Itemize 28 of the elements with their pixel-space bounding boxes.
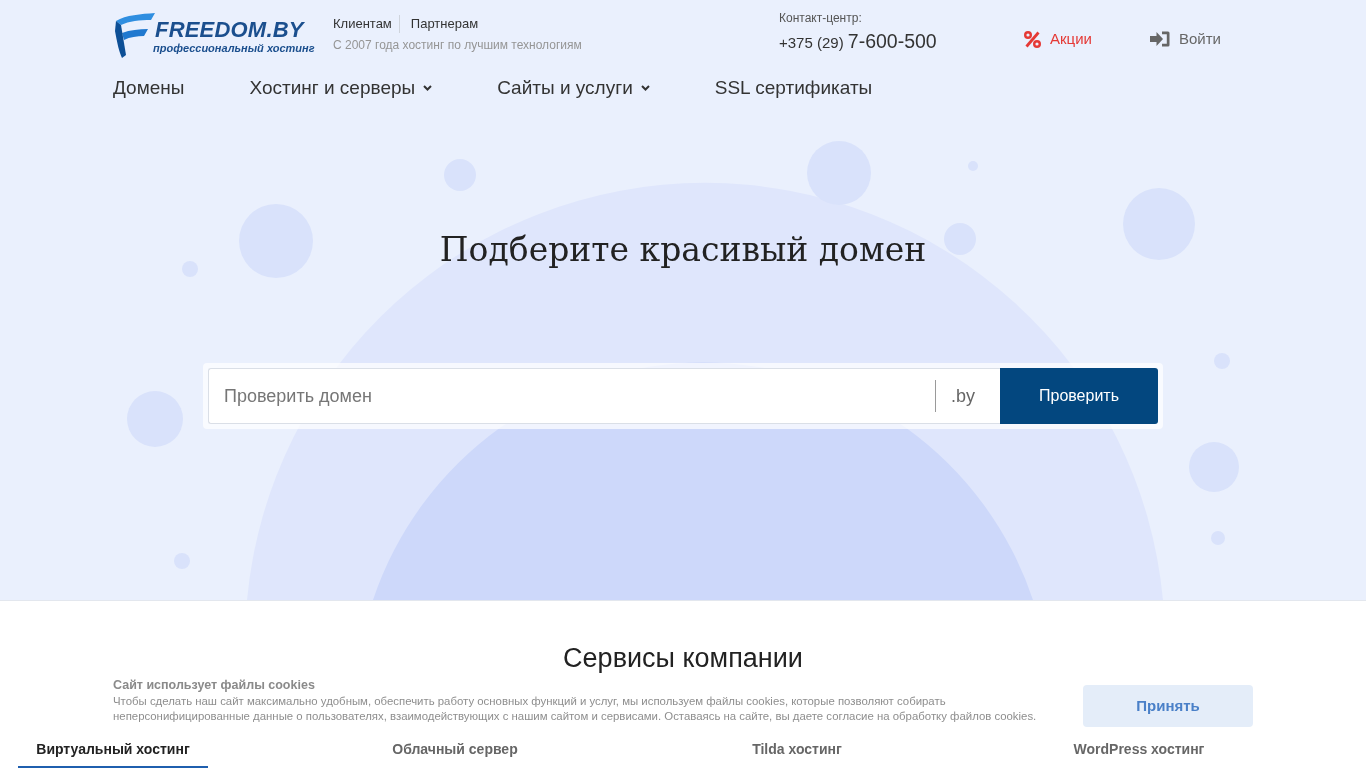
nav-link[interactable]: Хостинг и серверы: [249, 76, 433, 100]
hero-heading: Подберите красивый домен: [439, 230, 927, 270]
logo-wordmark[interactable]: FREEDOM.BY: [155, 19, 304, 41]
promo-link[interactable]: Акции: [1024, 30, 1150, 48]
service-tab[interactable]: Облачный сервер: [360, 728, 550, 768]
chevron-down-icon: [423, 85, 433, 91]
logo-tagline: профессиональный хостинг: [153, 42, 315, 55]
audience-link[interactable]: Клиентам: [333, 15, 400, 33]
chevron-down-icon: [640, 85, 650, 91]
cookie-notice-title: Сайт использует файлы cookies: [113, 678, 316, 693]
audience-link[interactable]: Партнерам: [410, 15, 479, 33]
nav-link[interactable]: SSL сертификаты: [714, 76, 873, 100]
nav-link[interactable]: Сайты и услуги: [497, 76, 650, 100]
logo-icon: [113, 12, 155, 58]
slogan-text: С 2007 года хостинг по лучшим технологиям: [333, 37, 583, 53]
cookie-notice-text: Чтобы сделать наш сайт максимально удобным, обеспечить работу основных функций и услуг, мы используем файлы cookies, которые позволяют собирать неперсонифицированные данные о пользователях, взаимодействующих с нашим сайтом и сервисами. Оставаясь на сайте, вы даете согласие на обработку файлов cookies.: [113, 694, 1038, 724]
percent-icon: [1024, 30, 1041, 48]
section-heading: Сервисы компании: [563, 642, 803, 675]
service-tab[interactable]: WordPress хостинг: [1044, 728, 1234, 768]
login-link[interactable]: Войти: [1150, 30, 1221, 48]
service-tab[interactable]: Tilda хостинг: [702, 728, 892, 768]
domain-search-field[interactable]: Проверить домен: [208, 368, 935, 424]
service-tab[interactable]: Виртуальный хостинг: [18, 728, 208, 768]
contact-label: Контакт-центр:: [779, 11, 863, 26]
sign-in-icon: [1150, 31, 1170, 47]
phone-number[interactable]: +375 (29) 7-600-500: [779, 29, 1024, 55]
nav-link[interactable]: Домены: [113, 76, 185, 100]
check-domain-button[interactable]: Проверить: [1000, 368, 1158, 424]
